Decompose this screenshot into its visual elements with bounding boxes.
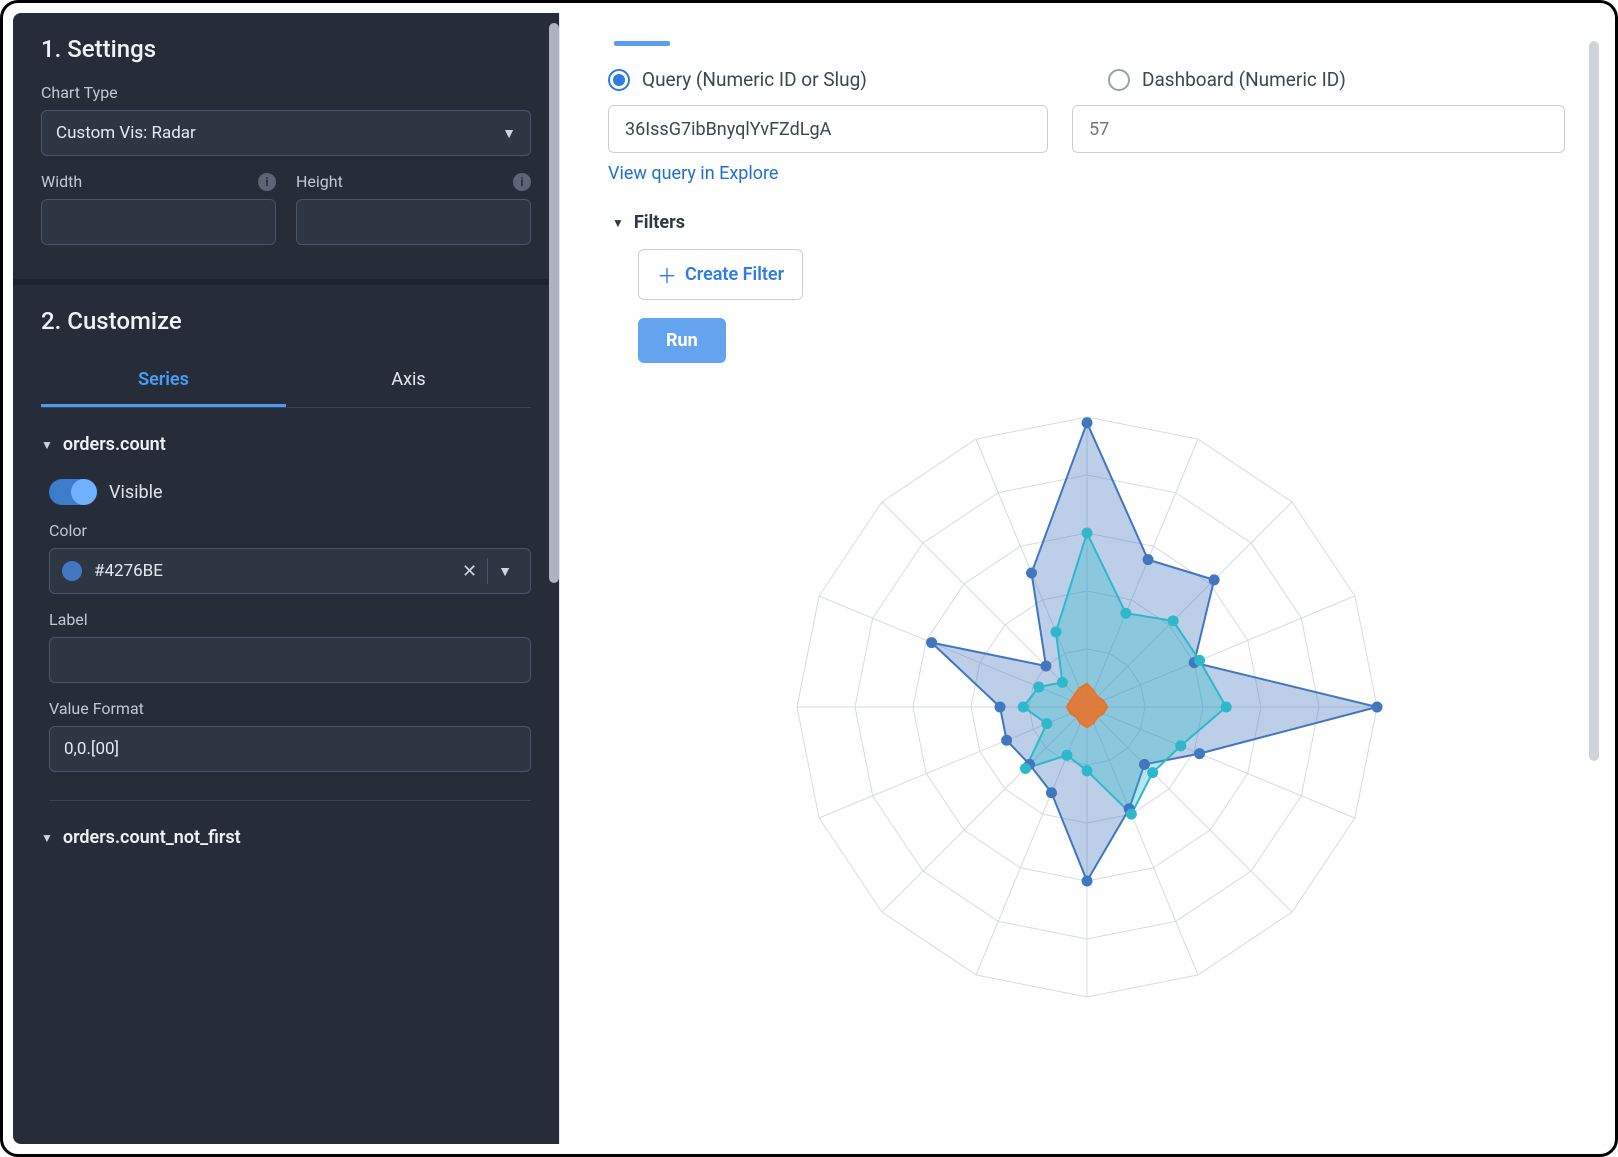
value-format-input[interactable]: 0,0.[00] bbox=[49, 726, 531, 772]
width-input[interactable] bbox=[41, 199, 276, 245]
sidebar-scrollbar[interactable] bbox=[549, 23, 559, 583]
chart-type-label: Chart Type bbox=[41, 83, 531, 102]
chart-type-value: Custom Vis: Radar bbox=[56, 123, 196, 143]
radio-dashboard-label: Dashboard (Numeric ID) bbox=[1142, 68, 1346, 91]
color-value: #4276BE bbox=[94, 561, 452, 581]
customize-title: 2. Customize bbox=[41, 307, 531, 335]
settings-panel: 1. Settings Chart Type Custom Vis: Radar… bbox=[13, 13, 559, 279]
view-query-link[interactable]: View query in Explore bbox=[608, 163, 778, 184]
plus-icon: ＋ bbox=[657, 260, 677, 289]
radio-dashboard[interactable]: Dashboard (Numeric ID) bbox=[1108, 68, 1346, 91]
series-group-toggle[interactable]: ▼ orders.count bbox=[41, 434, 531, 455]
chevron-down-icon: ▼ bbox=[502, 125, 516, 142]
color-input[interactable]: #4276BE ✕ ▼ bbox=[49, 548, 531, 594]
sidebar: 1. Settings Chart Type Custom Vis: Radar… bbox=[13, 13, 559, 1144]
filters-label: Filters bbox=[634, 212, 685, 233]
series-group-orders-count-not-first: ▼ orders.count_not_first bbox=[41, 827, 531, 848]
settings-title: 1. Settings bbox=[41, 35, 531, 63]
tab-series[interactable]: Series bbox=[41, 355, 286, 407]
info-icon[interactable]: i bbox=[258, 173, 276, 191]
radio-selected-icon bbox=[608, 69, 630, 91]
customize-tabs: Series Axis bbox=[41, 355, 531, 408]
height-input[interactable] bbox=[296, 199, 531, 245]
visible-toggle[interactable] bbox=[49, 479, 95, 505]
caret-down-icon: ▼ bbox=[612, 216, 624, 230]
radio-query-label: Query (Numeric ID or Slug) bbox=[642, 68, 867, 91]
height-label: Height bbox=[296, 172, 343, 191]
label-label: Label bbox=[49, 610, 531, 629]
run-button[interactable]: Run bbox=[638, 318, 726, 363]
main: Query (Numeric ID or Slug) Dashboard (Nu… bbox=[559, 13, 1605, 1144]
caret-down-icon: ▼ bbox=[41, 831, 53, 845]
main-scrollbar[interactable] bbox=[1589, 41, 1599, 761]
color-swatch bbox=[62, 561, 82, 581]
width-label: Width bbox=[41, 172, 82, 191]
radio-unselected-icon bbox=[1108, 69, 1130, 91]
info-icon[interactable]: i bbox=[513, 173, 531, 191]
active-tab-indicator bbox=[614, 41, 670, 46]
visible-label: Visible bbox=[109, 482, 163, 503]
chevron-down-icon[interactable]: ▼ bbox=[488, 563, 522, 580]
value-format-label: Value Format bbox=[49, 699, 531, 718]
series-group-name: orders.count_not_first bbox=[63, 827, 241, 848]
series-group-name: orders.count bbox=[63, 434, 166, 455]
caret-down-icon: ▼ bbox=[41, 438, 53, 452]
color-label: Color bbox=[49, 521, 531, 540]
create-filter-label: Create Filter bbox=[685, 264, 784, 285]
label-input[interactable] bbox=[49, 637, 531, 683]
query-id-input[interactable] bbox=[608, 105, 1048, 153]
series-group-toggle[interactable]: ▼ orders.count_not_first bbox=[41, 827, 531, 848]
radar-chart bbox=[608, 387, 1565, 1027]
clear-icon[interactable]: ✕ bbox=[452, 561, 487, 582]
customize-panel: 2. Customize Series Axis ▼ orders.count … bbox=[13, 279, 559, 882]
filters-toggle[interactable]: ▼ Filters bbox=[612, 212, 1565, 233]
radio-query[interactable]: Query (Numeric ID or Slug) bbox=[608, 68, 1048, 91]
dashboard-id-input[interactable] bbox=[1072, 105, 1565, 153]
series-group-orders-count: ▼ orders.count Visible Color #4276BE ✕ ▼ bbox=[41, 434, 531, 801]
tab-axis[interactable]: Axis bbox=[286, 355, 531, 407]
divider bbox=[49, 800, 531, 801]
chart-type-select[interactable]: Custom Vis: Radar ▼ bbox=[41, 110, 531, 156]
create-filter-button[interactable]: ＋ Create Filter bbox=[638, 249, 803, 300]
